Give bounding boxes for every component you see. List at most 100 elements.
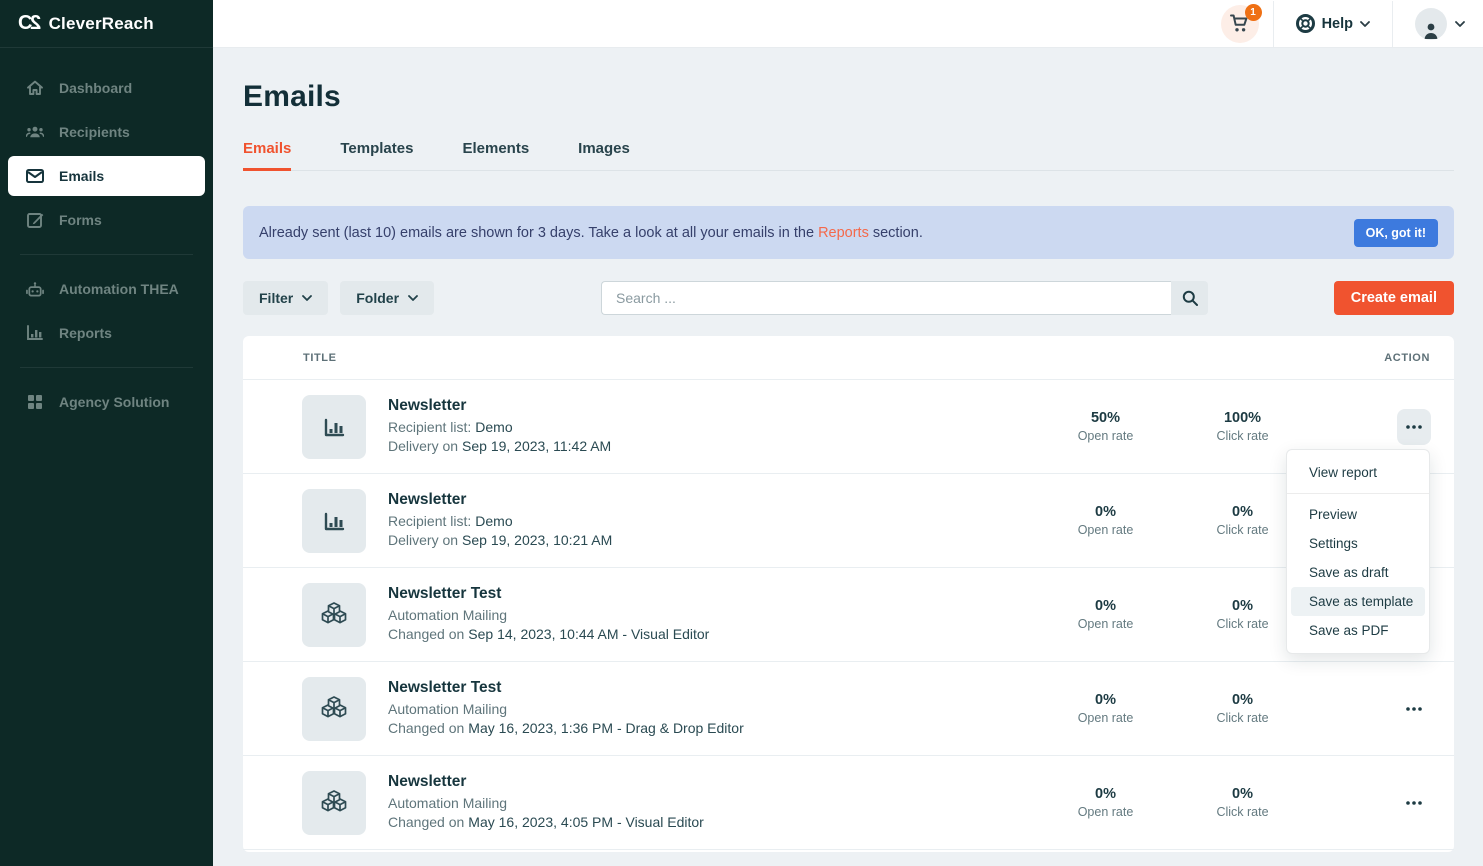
action-cell [1374,691,1454,727]
sidebar-item-forms[interactable]: Forms [8,200,205,240]
brand-logo[interactable]: C2 CleverReach [0,0,213,48]
cart-button[interactable]: 1 [1221,5,1259,43]
email-title: Newsletter Test [388,678,1037,698]
sidebar-nav: Dashboard Recipients Emails Forms [0,48,213,422]
row-actions-menu: View report Preview Settings Save as dra… [1286,449,1430,654]
chevron-down-icon [1360,21,1370,27]
menu-item-preview[interactable]: Preview [1291,500,1425,529]
sidebar-item-label: Emails [59,168,104,184]
table-row[interactable]: Newsletter Test Automation Mailing Chang… [243,662,1454,756]
ellipsis-icon [1406,801,1422,805]
bar-chart-thumb-icon [302,489,366,553]
folder-button[interactable]: Folder [340,281,434,315]
email-title: Newsletter [388,490,1037,510]
app-window: C2 CleverReach Dashboard Recipients Em [0,0,1483,866]
menu-item-save-as-draft[interactable]: Save as draft [1291,558,1425,587]
bar-chart-thumb-icon [302,395,366,459]
search-icon [1182,290,1198,306]
person-icon [1421,20,1441,40]
topbar: 1 Help [213,0,1483,48]
menu-item-save-as-pdf[interactable]: Save as PDF [1291,616,1425,645]
action-cell [1374,409,1454,445]
email-info: Newsletter Test Automation Mailing Chang… [388,584,1037,645]
chevron-down-icon [302,295,312,301]
cart-badge: 1 [1245,4,1262,21]
cubes-thumb-icon [302,771,366,835]
filter-button[interactable]: Filter [243,281,328,315]
sidebar-item-recipients[interactable]: Recipients [8,112,205,152]
sidebar-item-agency-solution[interactable]: Agency Solution [8,382,205,422]
menu-item-view-report[interactable]: View report [1291,458,1425,487]
table-row[interactable]: Newsletter Test Automation Mailing Chang… [243,568,1454,662]
email-info: Newsletter Automation Mailing Changed on… [388,772,1037,833]
open-rate-stat: 0% Open rate [1037,598,1174,631]
title-column-header: TITLE [303,352,337,364]
open-rate-stat: 0% Open rate [1037,504,1174,537]
sidebar-item-label: Agency Solution [59,394,169,410]
brand-name: CleverReach [49,14,154,34]
menu-separator [1287,493,1429,494]
sidebar-item-dashboard[interactable]: Dashboard [8,68,205,108]
email-title: Newsletter Test [388,584,1037,604]
chevron-down-icon [408,295,418,301]
info-banner: Already sent (last 10) emails are shown … [243,206,1454,259]
envelope-icon [26,167,44,185]
sidebar-item-label: Recipients [59,124,130,140]
cubes-thumb-icon [302,677,366,741]
sidebar: C2 CleverReach Dashboard Recipients Em [0,0,213,866]
table-row[interactable]: Newsletter Recipient list:Demo Delivery … [243,380,1454,474]
chart-icon [26,324,44,342]
banner-text: Already sent (last 10) emails are shown … [259,225,923,241]
table-header: TITLE ACTION [243,336,1454,380]
email-info: Newsletter Test Automation Mailing Chang… [388,678,1037,739]
reports-link[interactable]: Reports [818,225,869,241]
ellipsis-icon [1406,707,1422,711]
sidebar-divider [20,254,193,255]
search-button[interactable] [1171,281,1208,315]
chevron-down-icon [1455,21,1465,27]
tab-images[interactable]: Images [578,140,630,170]
help-label: Help [1322,16,1353,32]
search-group [601,281,1208,315]
tab-templates[interactable]: Templates [340,140,413,170]
users-icon [26,123,44,141]
open-rate-stat: 0% Open rate [1037,692,1174,725]
table-row[interactable]: Newsletter Recipient list:Demo Delivery … [243,474,1454,568]
cleverreach-logo-icon: C2 [18,12,42,35]
action-cell [1374,785,1454,821]
sidebar-item-label: Automation THEA [59,281,179,297]
sidebar-item-automation-thea[interactable]: Automation THEA [8,269,205,309]
emails-table: TITLE ACTION Newsletter Recipient list:D… [243,336,1454,852]
edit-form-icon [26,211,44,229]
open-rate-stat: 0% Open rate [1037,786,1174,819]
row-actions-button[interactable] [1397,785,1431,821]
controls-bar: Filter Folder Create email [243,281,1454,315]
ok-got-it-button[interactable]: OK, got it! [1354,219,1438,247]
menu-item-save-as-template[interactable]: Save as template [1291,587,1425,616]
sidebar-item-label: Reports [59,325,112,341]
sidebar-item-reports[interactable]: Reports [8,313,205,353]
user-menu-button[interactable] [1393,8,1465,40]
create-email-button[interactable]: Create email [1334,281,1454,315]
help-menu-button[interactable]: Help [1274,14,1392,33]
search-input[interactable] [601,281,1171,315]
avatar [1415,8,1447,40]
click-rate-stat: 0% Click rate [1174,692,1311,725]
row-actions-button[interactable] [1397,409,1431,445]
click-rate-stat: 100% Click rate [1174,410,1311,443]
grid-icon [26,393,44,411]
email-title: Newsletter [388,396,1037,416]
menu-item-settings[interactable]: Settings [1291,529,1425,558]
open-rate-stat: 50% Open rate [1037,410,1174,443]
email-title: Newsletter [388,772,1037,792]
tab-elements[interactable]: Elements [462,140,529,170]
table-row[interactable]: Newsletter Automation Mailing Changed on… [243,756,1454,850]
home-icon [26,79,44,97]
row-actions-button[interactable] [1397,691,1431,727]
sidebar-item-emails[interactable]: Emails [8,156,205,196]
sidebar-divider [20,367,193,368]
tab-bar: Emails Templates Elements Images [243,140,1454,171]
cubes-thumb-icon [302,583,366,647]
robot-icon [26,280,44,298]
tab-emails[interactable]: Emails [243,140,291,170]
